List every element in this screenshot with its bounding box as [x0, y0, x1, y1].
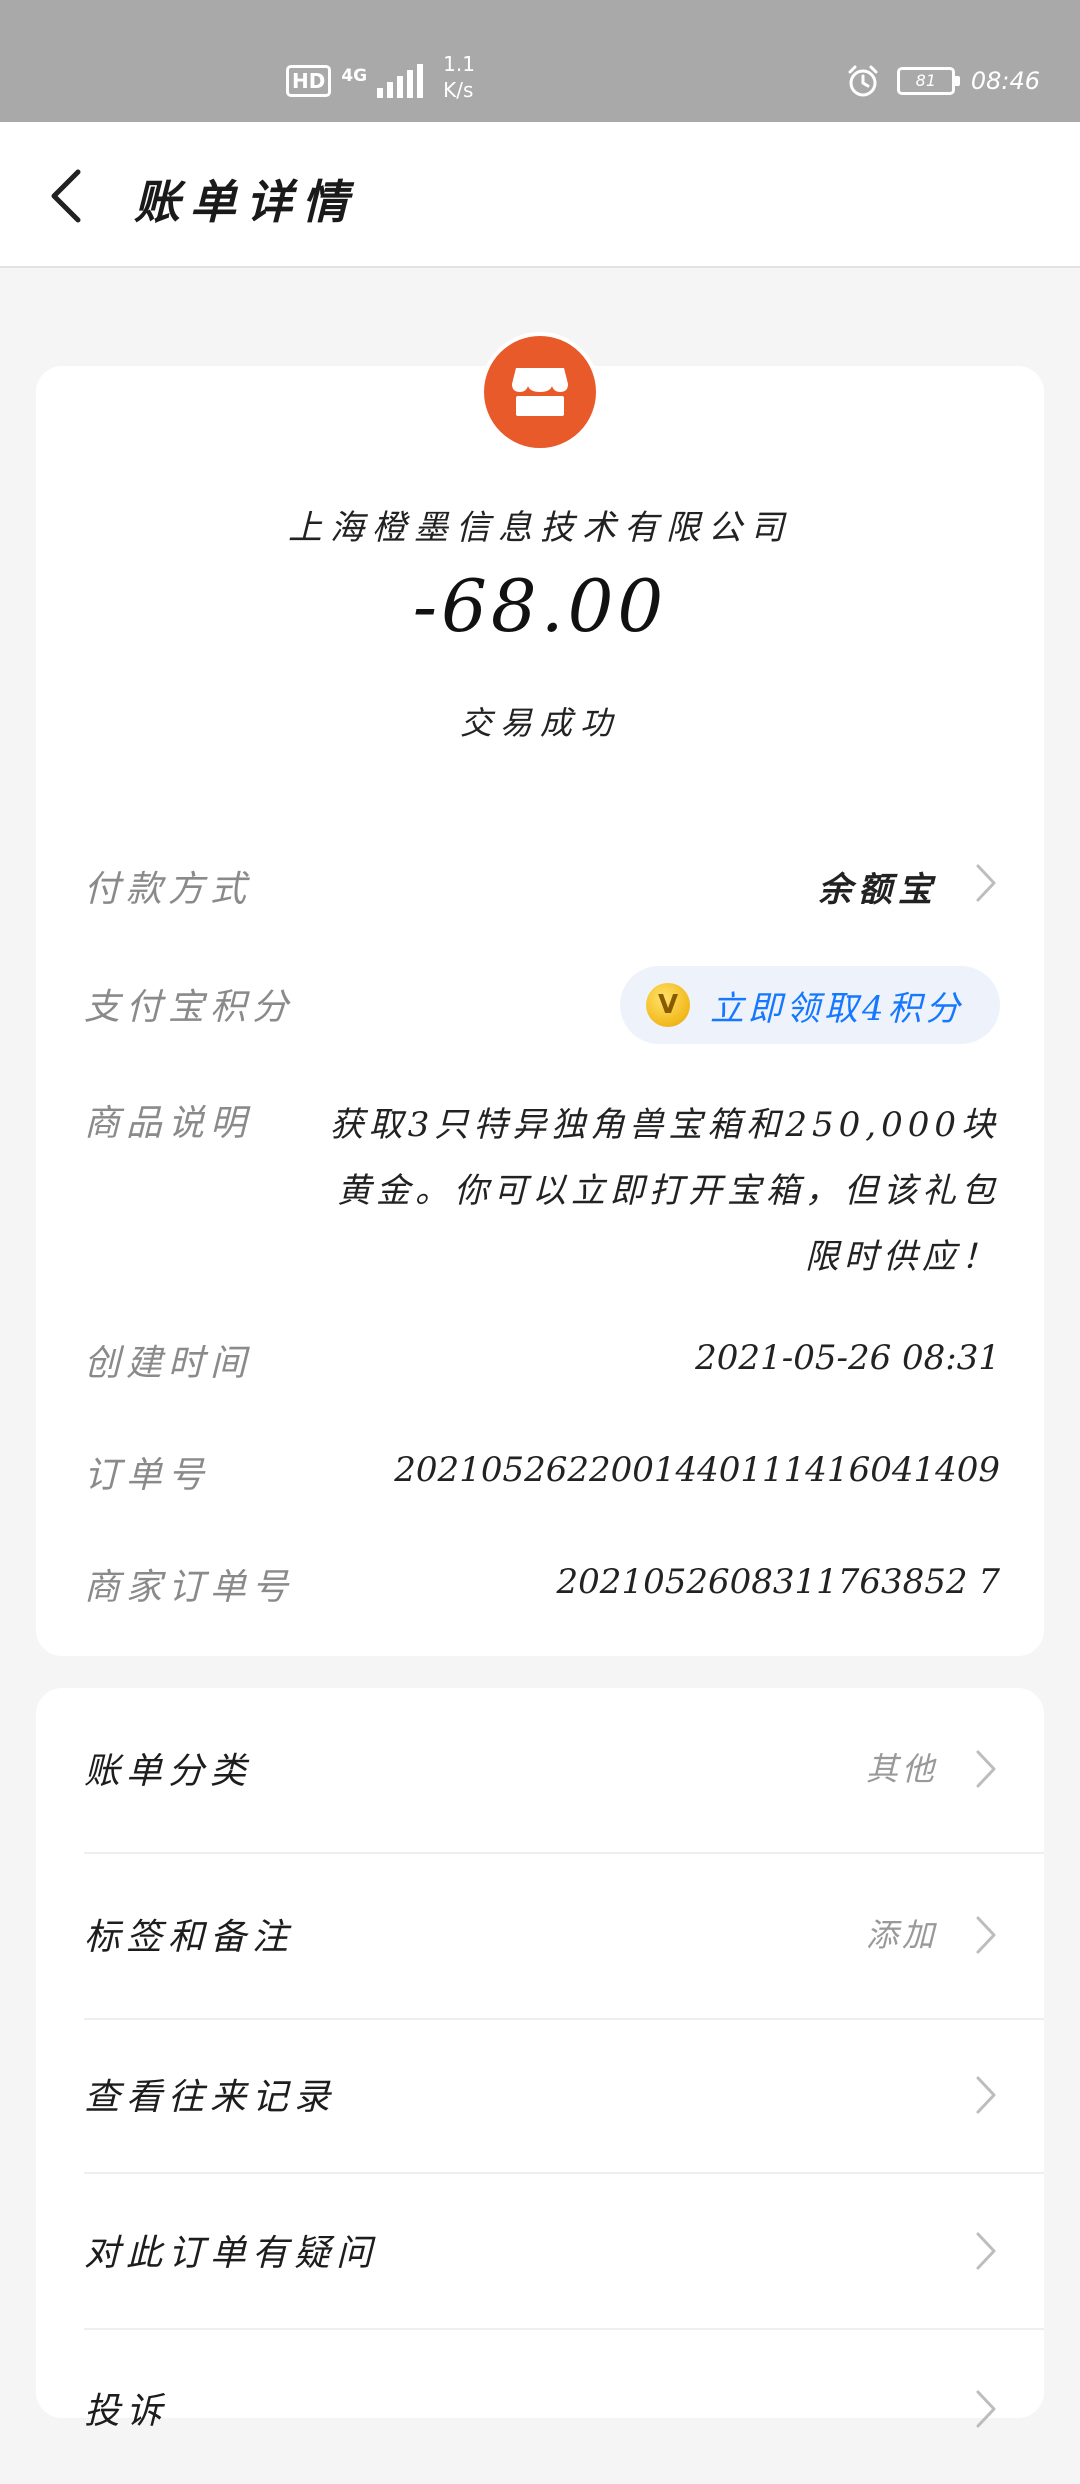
- nav-header: 账单详情: [0, 122, 1080, 268]
- battery-icon: 81: [896, 67, 960, 95]
- tags-notes-value: 添加: [865, 1916, 938, 1954]
- signal-icon: [377, 64, 424, 98]
- order-number-label: 订单号: [84, 1455, 211, 1496]
- claim-points-label: 立即领取4积分: [710, 988, 964, 1029]
- created-time-label: 创建时间: [84, 1343, 253, 1384]
- chevron-right-icon: [976, 1916, 996, 1954]
- payment-method-value[interactable]: 余额宝: [818, 862, 938, 911]
- bill-actions-card: 账单分类 其他 标签和备注 添加 查看往来记录 对此订单有疑问 投诉: [36, 1688, 1044, 2432]
- view-history-label: 查看往来记录: [84, 2077, 337, 2118]
- network-speed-unit: K/s: [443, 78, 474, 102]
- merchant-name: 上海橙墨信息技术有限公司: [288, 508, 792, 548]
- tags-notes-label: 标签和备注: [84, 1917, 295, 1958]
- list-item-complaint[interactable]: 投诉: [36, 2328, 1044, 2484]
- transaction-status: 交易成功: [459, 704, 620, 742]
- payment-method-label: 付款方式: [84, 869, 253, 910]
- points-label: 支付宝积分: [84, 987, 295, 1028]
- chevron-right-icon[interactable]: [974, 862, 998, 904]
- order-question-label: 对此订单有疑问: [84, 2233, 379, 2274]
- order-number-value: 2021052622001440111416041409: [394, 1450, 1000, 1490]
- status-bar: HD 4G 1.1 K/s 81 08:46: [0, 0, 1080, 122]
- back-arrow-icon[interactable]: [40, 164, 96, 228]
- complaint-label: 投诉: [84, 2391, 169, 2432]
- description-value: 获取3只特异独角兽宝箱和250,000块黄金。你可以立即打开宝箱，但该礼包限时供…: [329, 1105, 1000, 1277]
- points-coin-icon: V: [646, 983, 690, 1027]
- shop-icon: [512, 368, 568, 416]
- merchant-logo: [480, 332, 600, 452]
- list-item-view-history[interactable]: 查看往来记录: [36, 2014, 1044, 2170]
- status-bar-network: HD 4G 1.1 K/s: [286, 52, 475, 106]
- merchant-order-number-value: 2021052608311763852 7: [556, 1562, 1000, 1602]
- list-item-tags-notes[interactable]: 标签和备注 添加: [36, 1854, 1044, 2018]
- chevron-right-icon: [976, 2390, 996, 2428]
- status-bar-right: 81 08:46: [845, 58, 1040, 104]
- chevron-right-icon: [976, 2232, 996, 2270]
- page-title: 账单详情: [134, 175, 358, 229]
- alarm-icon: [848, 65, 878, 97]
- chevron-right-icon: [976, 2076, 996, 2114]
- merchant-order-number-label: 商家订单号: [84, 1567, 295, 1608]
- list-item-order-question[interactable]: 对此订单有疑问: [36, 2170, 1044, 2326]
- claim-points-button[interactable]: V 立即领取4积分: [620, 966, 1000, 1044]
- chevron-right-icon: [976, 1750, 996, 1788]
- bill-category-label: 账单分类: [84, 1751, 253, 1792]
- bill-detail-card: 上海橙墨信息技术有限公司 -68.00 交易成功 付款方式 余额宝 支付宝积分 …: [36, 332, 1044, 1656]
- list-item-bill-category[interactable]: 账单分类 其他: [36, 1688, 1044, 1852]
- bill-category-value: 其他: [865, 1750, 938, 1788]
- description-label: 商品说明: [84, 1103, 253, 1144]
- hd-icon: HD: [286, 65, 332, 97]
- network-type: 4G: [341, 66, 368, 86]
- created-time-value: 2021-05-26 08:31: [695, 1338, 1000, 1378]
- clock: 08:46: [970, 67, 1040, 95]
- network-speed: 1.1 K/s: [443, 51, 475, 103]
- bill-amount: -68.00: [412, 564, 668, 648]
- network-speed-value: 1.1: [443, 52, 475, 76]
